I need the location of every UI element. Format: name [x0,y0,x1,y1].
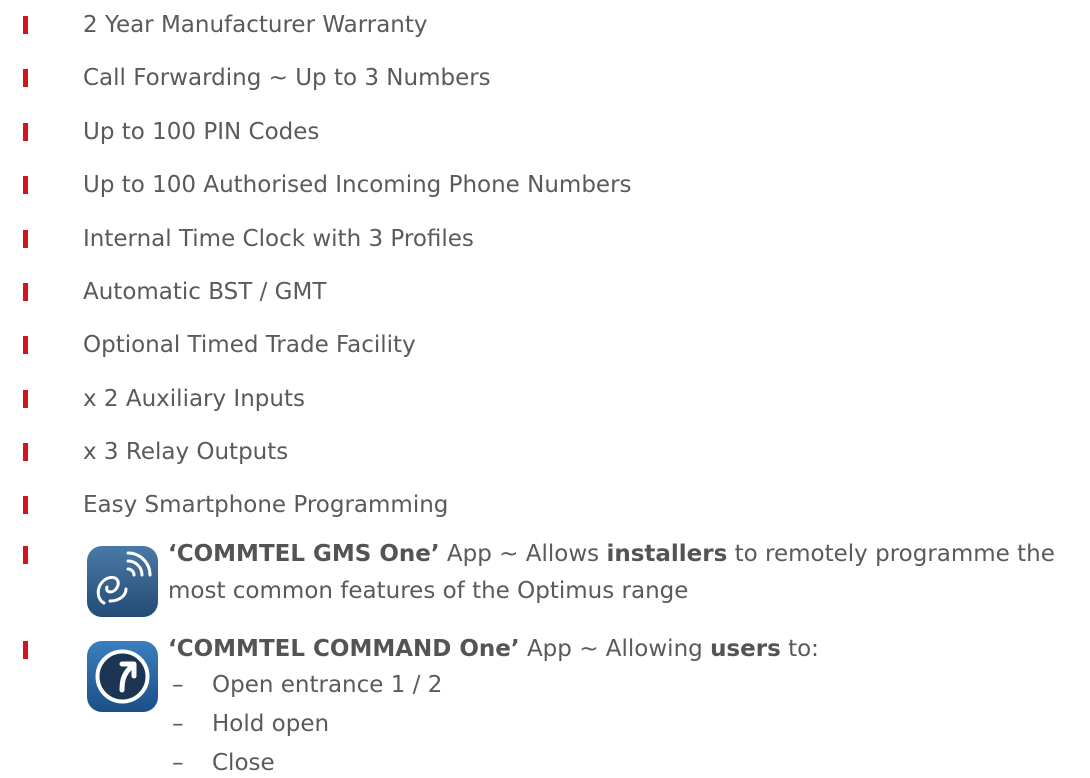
bullet-marker [23,16,28,34]
commtel-command-one-app-icon [87,641,158,712]
feature-text: Up to 100 PIN Codes [83,119,320,145]
bullet-marker [23,390,28,408]
app-description: ‘COMMTEL COMMAND One’ App ~ Allowing use… [168,632,819,666]
sub-item-text: Open entrance 1 / 2 [212,672,443,698]
feature-text: Up to 100 Authorised Incoming Phone Numb… [83,172,632,198]
app-text-part: to remotely programme the [727,541,1055,567]
sub-list-item: – Open entrance 1 / 2 [172,670,442,700]
app-text-part: App ~ Allowing [519,636,711,662]
bullet-marker [23,123,28,141]
sub-list-item: – Hold open [172,709,329,739]
sub-item-text: Close [212,750,275,776]
feature-text: x 3 Relay Outputs [83,439,289,465]
bullet-marker [23,546,28,564]
bullet-marker [23,176,28,194]
app-description-line2: most common features of the Optimus rang… [168,578,689,604]
feature-text: Call Forwarding ~ Up to 3 Numbers [83,65,491,91]
bullet-marker [23,283,28,301]
feature-text: Optional Timed Trade Facility [83,332,416,358]
bullet-marker [23,496,28,514]
feature-text: Automatic BST / GMT [83,279,327,305]
app-description: ‘COMMTEL GMS One’ App ~ Allows installer… [168,537,1055,571]
bullet-marker [23,69,28,87]
app-emphasis: installers [606,541,728,567]
feature-text: Easy Smartphone Programming [83,492,449,518]
app-text-part: App ~ Allows [439,541,607,567]
dash-marker: – [172,711,184,737]
sub-item-text: Hold open [212,711,330,737]
bullet-marker [23,230,28,248]
dash-marker: – [172,672,184,698]
feature-text: x 2 Auxiliary Inputs [83,386,305,412]
commtel-gms-one-app-icon [87,546,158,617]
bullet-marker [23,641,28,659]
bullet-marker [23,443,28,461]
sub-list-item: – Close [172,748,275,778]
app-emphasis: users [710,636,781,662]
bullet-marker [23,336,28,354]
dash-marker: – [172,750,184,776]
feature-text: 2 Year Manufacturer Warranty [83,12,428,38]
app-name: ‘COMMTEL COMMAND One’ [168,636,520,662]
app-name: ‘COMMTEL GMS One’ [168,541,440,567]
app-text-part: to: [780,636,819,662]
feature-text: Internal Time Clock with 3 Profiles [83,226,474,252]
